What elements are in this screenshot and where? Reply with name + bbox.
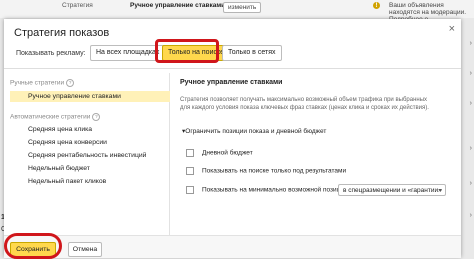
limit-toggle[interactable]: ▾Ограничить позиции показа и дневной бюд… [182, 127, 326, 135]
chevron-right-icon: › [469, 100, 472, 107]
highlight-ring-save [4, 233, 62, 259]
option-label: Показывать на поиске только под результа… [202, 167, 347, 175]
strategy-avg-cpc[interactable]: Средняя цена клика [10, 124, 169, 135]
limit-label: Ограничить позиции показа и дневной бюдж… [185, 128, 327, 135]
close-icon[interactable]: × [449, 23, 455, 35]
help-icon[interactable]: ? [92, 113, 101, 121]
strategy-avg-cpa[interactable]: Средняя цена конверсии [10, 137, 169, 148]
strategy-weekly-clicks[interactable]: Недельный пакет кликов [10, 176, 169, 187]
strategy-settings: Ручное управление ставками Стратегия поз… [174, 73, 461, 235]
checkbox[interactable] [186, 167, 194, 175]
chevron-right-icon: › [469, 70, 472, 77]
chevron-right-icon: › [469, 180, 472, 187]
position-select[interactable]: в спецразмещении и «гарантии» ▾ [338, 184, 446, 196]
option-min-position[interactable]: Показывать на минимально возможной позиц… [186, 186, 348, 194]
checkbox[interactable] [186, 149, 194, 157]
strategy-manual-bids[interactable]: Ручное управление ставками [10, 91, 170, 102]
bg-change-button[interactable]: изменить [223, 2, 262, 13]
checkbox[interactable] [186, 186, 194, 194]
strategy-weekly-budget[interactable]: Недельный бюджет [10, 163, 169, 174]
highlight-ring-tab [155, 39, 219, 63]
manual-group-heading: Ручные стратегии? [10, 79, 75, 87]
chevron-right-icon: › [469, 145, 472, 152]
auto-group-heading: Автоматические стратегии? [10, 113, 101, 121]
background-header: Стратегия Ручное управление ставками изм… [0, 0, 474, 23]
bg-strategy-label: Стратегия [62, 2, 93, 9]
selected-strategy-title: Ручное управление ставками [180, 79, 283, 86]
bg-strategy-value: Ручное управление ставками [130, 2, 226, 9]
option-below-results[interactable]: Показывать на поиске только под результа… [186, 167, 346, 175]
strategy-avg-roi[interactable]: Средняя рентабельность инвестиций [10, 150, 169, 161]
show-ads-label: Показывать рекламу: [16, 50, 86, 57]
manual-group-label: Ручные стратегии [10, 79, 65, 87]
option-label: Показывать на минимально возможной позиц… [202, 186, 348, 194]
modal-title: Стратегия показов [14, 27, 110, 39]
option-daily-budget[interactable]: Дневной бюджет [186, 149, 253, 157]
chevron-down-icon: ▾ [438, 188, 442, 194]
chevron-right-icon: › [469, 40, 472, 47]
auto-group-label: Автоматические стратегии [10, 113, 91, 121]
warning-icon: ! [373, 2, 380, 9]
position-select-value: в спецразмещении и «гарантии» [343, 187, 442, 194]
strategy-list: Ручные стратегии? Ручное управление став… [4, 73, 170, 235]
strategy-description: Стратегия позволяет получать максимально… [180, 97, 429, 111]
tab-networks-only[interactable]: Только в сетях [222, 45, 282, 61]
help-icon[interactable]: ? [66, 79, 75, 87]
strategy-modal: Стратегия показов × Показывать рекламу: … [4, 19, 461, 259]
chevron-right-icon: › [469, 212, 472, 219]
cancel-button[interactable]: Отмена [68, 242, 102, 257]
divider [4, 68, 461, 69]
option-label: Дневной бюджет [202, 149, 253, 157]
